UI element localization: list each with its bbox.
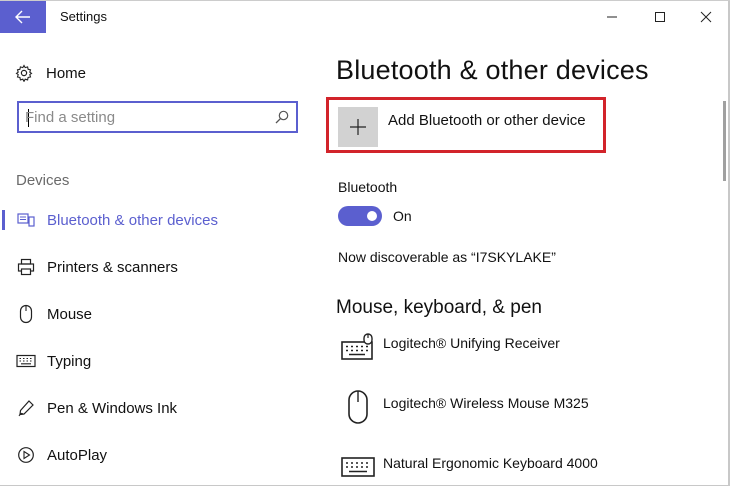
mouse-icon	[340, 389, 376, 425]
gear-icon	[14, 63, 34, 83]
sidebar-item-mouse[interactable]: Mouse	[0, 296, 316, 332]
scrollbar-thumb[interactable]	[723, 101, 726, 181]
keyboard-mouse-icon	[340, 329, 376, 365]
mouse-icon	[16, 304, 36, 324]
search-input[interactable]	[25, 105, 265, 129]
sidebar-item-bluetooth[interactable]: Bluetooth & other devices	[0, 202, 316, 238]
close-icon	[700, 11, 712, 23]
pen-icon	[16, 398, 36, 418]
plus-icon	[338, 107, 378, 147]
settings-window: Settings Home Find a setting Devices Blu…	[0, 0, 730, 486]
discoverable-text: Now discoverable as “I7SKYLAKE”	[338, 249, 556, 265]
window-title: Settings	[60, 9, 107, 24]
bluetooth-toggle[interactable]	[338, 206, 382, 226]
sidebar-item-typing[interactable]: Typing	[0, 343, 316, 379]
sidebar-item-label: Typing	[47, 352, 92, 370]
title-bar: Settings	[0, 1, 730, 33]
add-device-button[interactable]: Add Bluetooth or other device	[338, 107, 586, 147]
bluetooth-devices-icon	[16, 210, 36, 230]
device-name: Logitech® Wireless Mouse M325	[383, 395, 589, 411]
minimize-icon	[607, 16, 617, 18]
section-label-devices: Devices	[16, 172, 70, 189]
sidebar-item-autoplay[interactable]: AutoPlay	[0, 437, 316, 473]
sidebar-item-label: AutoPlay	[47, 446, 108, 464]
close-button[interactable]	[682, 1, 730, 33]
toggle-knob	[367, 211, 377, 221]
sidebar-item-label: Printers & scanners	[47, 258, 178, 276]
maximize-button[interactable]	[636, 1, 684, 33]
sidebar: Home Devices Bluetooth & other devices	[0, 33, 316, 486]
nav-home[interactable]: Home	[14, 61, 86, 85]
sidebar-item-label: Bluetooth & other devices	[47, 211, 218, 229]
device-name: Logitech® Unifying Receiver	[383, 335, 560, 351]
sidebar-item-label: Mouse	[47, 305, 93, 323]
keyboard-icon	[16, 351, 36, 371]
main-content: Bluetooth & other devices Add Bluetooth …	[316, 33, 730, 486]
sidebar-item-label: Pen & Windows Ink	[47, 399, 178, 417]
maximize-icon	[655, 12, 665, 22]
keyboard-icon	[340, 449, 376, 485]
bluetooth-state: On	[393, 208, 412, 224]
bluetooth-label: Bluetooth	[338, 179, 398, 195]
page-title: Bluetooth & other devices	[336, 55, 649, 85]
search-box[interactable]	[17, 101, 298, 133]
section-heading-input-devices: Mouse, keyboard, & pen	[336, 297, 542, 318]
device-name: Natural Ergonomic Keyboard 4000	[383, 455, 598, 471]
autoplay-icon	[16, 445, 36, 465]
search-icon[interactable]	[274, 109, 290, 125]
add-device-label: Add Bluetooth or other device	[388, 112, 586, 129]
active-indicator	[2, 210, 5, 230]
back-arrow-icon	[15, 10, 30, 24]
sidebar-item-printers[interactable]: Printers & scanners	[0, 249, 316, 285]
nav-home-label: Home	[46, 64, 87, 82]
minimize-button[interactable]	[588, 1, 636, 33]
printer-icon	[16, 257, 36, 277]
back-button[interactable]	[0, 1, 46, 33]
sidebar-item-pen[interactable]: Pen & Windows Ink	[0, 390, 316, 426]
